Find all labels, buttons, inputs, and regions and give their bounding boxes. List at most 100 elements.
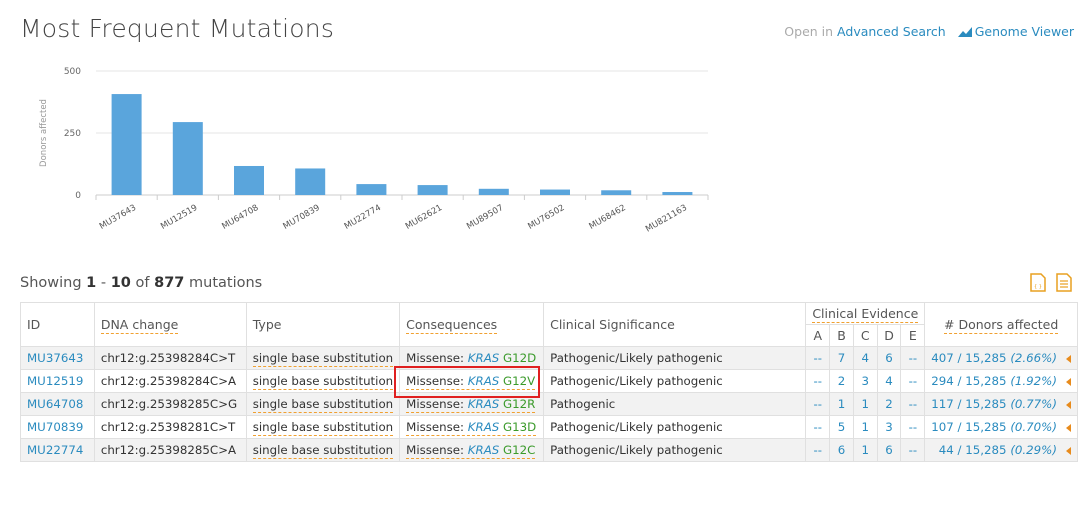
- cell-clinical: Pathogenic/Likely pathogenic: [543, 415, 807, 439]
- range-sep: -: [100, 275, 107, 291]
- type-label: single base substitution: [252, 374, 394, 390]
- mutation-id-link[interactable]: MU70839: [27, 420, 83, 434]
- expand-arrow-icon[interactable]: [1066, 400, 1071, 409]
- col-type: Type: [245, 302, 401, 347]
- cell-evidence-c[interactable]: 3: [852, 369, 878, 393]
- cell-donors[interactable]: 107 / 15,285 (0.70%): [924, 415, 1078, 439]
- cell-evidence-b[interactable]: 6: [829, 438, 854, 462]
- showing-count: Showing 1 - 10 of 877 mutations: [20, 275, 262, 291]
- cell-consequence[interactable]: Missense: KRAS G12R: [399, 392, 545, 416]
- cell-type[interactable]: single base substitution: [245, 415, 401, 439]
- consequence-label: Missense: KRAS G12D: [406, 351, 537, 367]
- unit-label: mutations: [189, 275, 263, 291]
- cell-consequence[interactable]: Missense: KRAS G13D: [399, 415, 545, 439]
- donors-count: 44 / 15,285: [938, 443, 1007, 457]
- col-id: ID: [20, 302, 95, 347]
- consequence-label: Missense: KRAS G13D: [406, 420, 537, 436]
- x-tick-label: MU37643: [98, 203, 138, 232]
- cell-clinical: Pathogenic: [543, 392, 807, 416]
- gene-link[interactable]: KRAS: [468, 351, 500, 365]
- cell-dna: chr12:g.25398285C>G: [93, 392, 247, 416]
- expand-arrow-icon[interactable]: [1066, 377, 1071, 386]
- cell-evidence-d[interactable]: 3: [876, 415, 902, 439]
- col-clinical-evidence[interactable]: Clinical Evidence: [805, 302, 926, 325]
- cell-clinical: Pathogenic/Likely pathogenic: [543, 346, 807, 370]
- mutation-id-link[interactable]: MU12519: [27, 374, 83, 388]
- cell-consequence[interactable]: Missense: KRAS G12C: [399, 438, 545, 462]
- open-in-advanced-search: Open in Advanced Search: [784, 24, 945, 39]
- gene-link[interactable]: KRAS: [468, 443, 500, 457]
- x-tick-label: MU821163: [644, 203, 689, 235]
- cell-clinical: Pathogenic/Likely pathogenic: [543, 369, 807, 393]
- cell-donors[interactable]: 44 / 15,285 (0.29%): [924, 438, 1078, 462]
- col-donors-affected[interactable]: # Donors affected: [924, 302, 1078, 347]
- cell-evidence-d[interactable]: 6: [876, 438, 902, 462]
- cell-dna: chr12:g.25398285C>A: [93, 438, 247, 462]
- cell-evidence-a: --: [805, 369, 831, 393]
- expand-arrow-icon[interactable]: [1066, 423, 1071, 432]
- export-tsv-icon[interactable]: [1056, 273, 1072, 292]
- cell-evidence-a: --: [805, 346, 831, 370]
- genome-viewer-label: Genome Viewer: [974, 24, 1074, 39]
- advanced-search-link[interactable]: Advanced Search: [837, 24, 946, 39]
- cell-evidence-b[interactable]: 1: [829, 392, 854, 416]
- cell-evidence-e: --: [900, 392, 926, 416]
- cell-evidence-a: --: [805, 438, 831, 462]
- aa-change: G12D: [503, 351, 537, 365]
- x-tick-label: MU76502: [526, 203, 566, 232]
- cell-evidence-b[interactable]: 5: [829, 415, 854, 439]
- donors-bar-chart: 0 250 500 Donors affected MU37643 MU12519 MU64…: [39, 67, 709, 235]
- cell-type[interactable]: single base substitution: [245, 438, 401, 462]
- expand-arrow-icon[interactable]: [1066, 354, 1071, 363]
- cell-evidence-e: --: [900, 415, 926, 439]
- cell-evidence-b[interactable]: 2: [829, 369, 854, 393]
- cell-evidence-d[interactable]: 6: [876, 346, 902, 370]
- page-title: Most Frequent Mutations: [20, 14, 335, 43]
- showing-label: Showing: [20, 275, 82, 291]
- gene-link[interactable]: KRAS: [468, 420, 500, 434]
- aa-change: G12R: [503, 397, 536, 411]
- mutation-id-link[interactable]: MU22774: [27, 443, 83, 457]
- cell-evidence-c[interactable]: 1: [852, 438, 878, 462]
- bar-mu89507: [478, 188, 509, 195]
- cell-evidence-c[interactable]: 1: [852, 392, 878, 416]
- aa-change: G12C: [503, 443, 536, 457]
- bar-mu70839: [295, 168, 326, 195]
- cell-donors[interactable]: 407 / 15,285 (2.66%): [924, 346, 1078, 370]
- mutation-id-link[interactable]: MU37643: [27, 351, 83, 365]
- cell-type[interactable]: single base substitution: [245, 392, 401, 416]
- bar-mu62621: [417, 185, 448, 195]
- cell-consequence[interactable]: Missense: KRAS G12V: [399, 369, 545, 393]
- cell-consequence[interactable]: Missense: KRAS G12D: [399, 346, 545, 370]
- cell-type[interactable]: single base substitution: [245, 369, 401, 393]
- consequence-kind: Missense:: [406, 443, 465, 457]
- consequence-kind: Missense:: [406, 351, 465, 365]
- gene-link[interactable]: KRAS: [468, 374, 500, 388]
- cell-evidence-d[interactable]: 2: [876, 392, 902, 416]
- cell-evidence-e: --: [900, 369, 926, 393]
- cell-donors[interactable]: 294 / 15,285 (1.92%): [924, 369, 1078, 393]
- type-label: single base substitution: [252, 443, 394, 459]
- expand-arrow-icon[interactable]: [1066, 446, 1071, 455]
- cell-evidence-b[interactable]: 7: [829, 346, 854, 370]
- evidence-d: D: [876, 324, 902, 347]
- cell-donors[interactable]: 117 / 15,285 (0.77%): [924, 392, 1078, 416]
- col-dna-change[interactable]: DNA change: [93, 302, 247, 347]
- gene-link[interactable]: KRAS: [468, 397, 500, 411]
- x-tick-label: MU68462: [588, 203, 628, 232]
- col-consequences[interactable]: Consequences: [399, 302, 545, 347]
- cell-evidence-c[interactable]: 1: [852, 415, 878, 439]
- mutation-id-link[interactable]: MU64708: [27, 397, 83, 411]
- cell-evidence-d[interactable]: 4: [876, 369, 902, 393]
- cell-evidence-e: --: [900, 346, 926, 370]
- table-row: MU70839 chr12:g.25398281C>T single base …: [20, 415, 1078, 439]
- cell-type[interactable]: single base substitution: [245, 346, 401, 370]
- genome-viewer-link[interactable]: Genome Viewer: [957, 24, 1074, 39]
- bar-mu64708: [234, 165, 264, 195]
- col-clinical-significance: Clinical Significance: [543, 302, 807, 347]
- export-json-icon[interactable]: { }: [1030, 273, 1046, 292]
- bar-mu821163: [662, 192, 693, 195]
- aa-change: G13D: [503, 420, 537, 434]
- cell-evidence-c[interactable]: 4: [852, 346, 878, 370]
- consequence-kind: Missense:: [406, 420, 465, 434]
